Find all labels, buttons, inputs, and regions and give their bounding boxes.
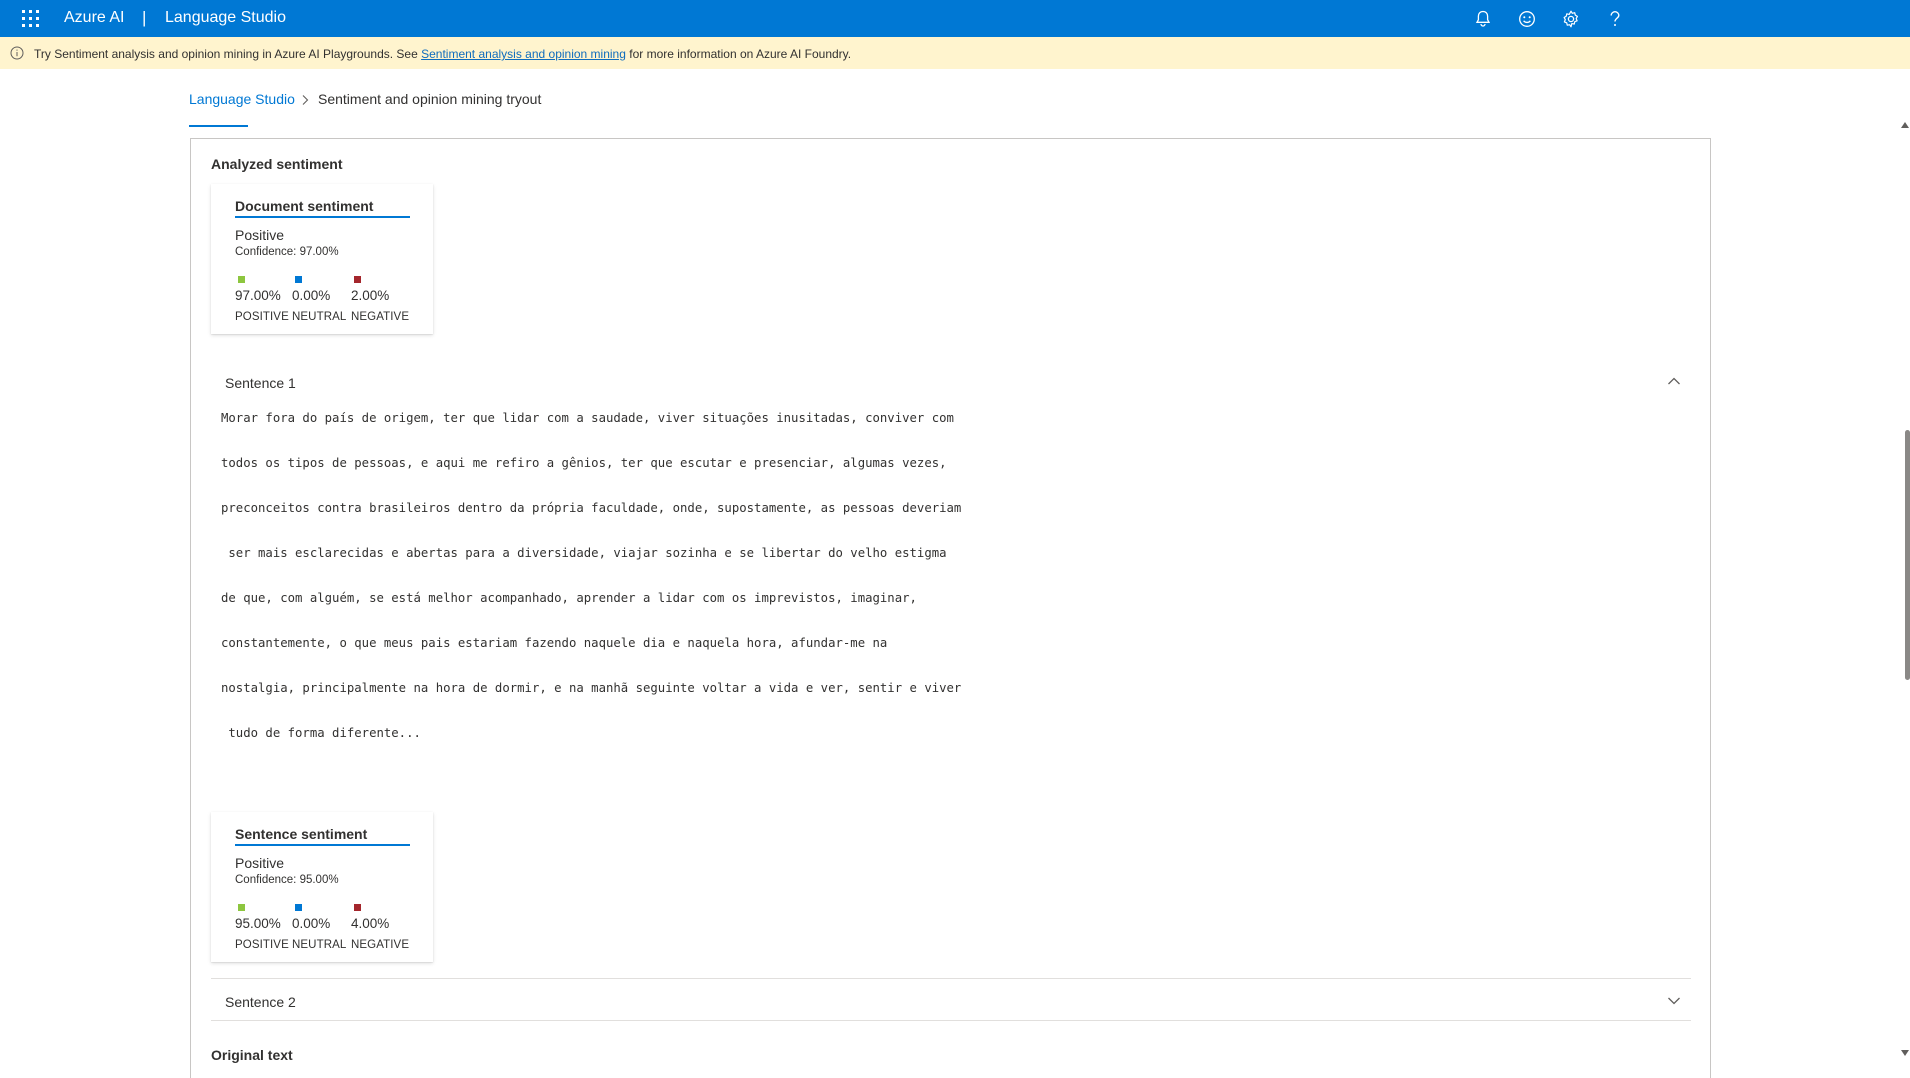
confidence-text: Confidence: 97.00% bbox=[235, 246, 339, 258]
info-banner: Try Sentiment analysis and opinion minin… bbox=[0, 37, 1910, 69]
info-icon bbox=[10, 46, 24, 60]
neutral-swatch bbox=[295, 276, 302, 283]
sentence-line: preconceitos contra brasileiros dentro d… bbox=[221, 501, 962, 515]
waffle-menu-icon[interactable] bbox=[22, 10, 39, 27]
neutral-value: 0.00% bbox=[292, 916, 331, 931]
sentence-line: Morar fora do país de origem, ter que li… bbox=[221, 411, 954, 425]
bell-icon[interactable] bbox=[1472, 8, 1494, 30]
neutral-metric: 0.00% NEUTRAL bbox=[292, 276, 347, 323]
sentence-line: tudo de forma diferente... bbox=[221, 726, 421, 740]
positive-metric: 95.00% POSITIVE bbox=[235, 904, 290, 951]
chevron-up-icon[interactable] bbox=[1667, 376, 1681, 386]
smiley-icon[interactable] bbox=[1516, 8, 1538, 30]
chevron-down-icon[interactable] bbox=[1667, 996, 1681, 1006]
neutral-label: NEUTRAL bbox=[292, 311, 347, 323]
positive-swatch bbox=[238, 904, 245, 911]
positive-label: POSITIVE bbox=[235, 311, 289, 323]
card-title: Sentence sentiment bbox=[235, 826, 410, 846]
positive-label: POSITIVE bbox=[235, 939, 289, 951]
neutral-value: 0.00% bbox=[292, 288, 331, 303]
positive-value: 97.00% bbox=[235, 288, 281, 303]
card-title: Document sentiment bbox=[235, 198, 410, 218]
top-navigation-bar: Azure AI | Language Studio bbox=[0, 0, 1910, 37]
analyzed-sentiment-title: Analyzed sentiment bbox=[211, 156, 343, 172]
brand-separator: | bbox=[142, 8, 147, 27]
positive-value: 95.00% bbox=[235, 916, 281, 931]
negative-swatch bbox=[354, 276, 361, 283]
confidence-text: Confidence: 95.00% bbox=[235, 874, 339, 886]
sentence-1-text: Morar fora do país de origem, ter que li… bbox=[221, 411, 1121, 771]
sentence-line: constantemente, o que meus pais estariam… bbox=[221, 636, 888, 650]
breadcrumb-current: Sentiment and opinion mining tryout bbox=[318, 91, 542, 107]
original-text-title: Original text bbox=[211, 1047, 293, 1063]
sentiment-label: Positive bbox=[235, 855, 285, 871]
sentence-1-header[interactable]: Sentence 1 bbox=[225, 375, 296, 391]
sentiment-label: Positive bbox=[235, 227, 285, 243]
banner-text-before: Try Sentiment analysis and opinion minin… bbox=[34, 47, 422, 61]
sentence-line: nostalgia, principalmente na hora de dor… bbox=[221, 681, 962, 695]
neutral-swatch bbox=[295, 904, 302, 911]
sentence-line: todos os tipos de pessoas, e aqui me ref… bbox=[221, 456, 947, 470]
scroll-up-arrow-icon[interactable] bbox=[1901, 122, 1909, 128]
sentence-line: ser mais esclarecidas e abertas para a d… bbox=[221, 546, 947, 560]
banner-link[interactable]: Sentiment analysis and opinion mining bbox=[421, 47, 626, 61]
help-icon[interactable] bbox=[1604, 8, 1626, 30]
accordion-divider bbox=[211, 978, 1691, 979]
negative-label: NEGATIVE bbox=[351, 311, 410, 323]
document-sentiment-card: Document sentiment Positive Confidence: … bbox=[211, 184, 433, 334]
neutral-label: NEUTRAL bbox=[292, 939, 347, 951]
accordion-divider bbox=[211, 1020, 1691, 1021]
negative-label: NEGATIVE bbox=[351, 939, 410, 951]
negative-value: 2.00% bbox=[351, 288, 390, 303]
positive-swatch bbox=[238, 276, 245, 283]
scroll-down-arrow-icon[interactable] bbox=[1901, 1050, 1909, 1056]
banner-text-after: for more information on Azure AI Foundry… bbox=[625, 47, 852, 61]
banner-text: Try Sentiment analysis and opinion minin… bbox=[34, 47, 851, 61]
breadcrumb-language-studio[interactable]: Language Studio bbox=[189, 91, 295, 107]
neutral-metric: 0.00% NEUTRAL bbox=[292, 904, 347, 951]
negative-metric: 4.00% NEGATIVE bbox=[351, 904, 410, 951]
breadcrumb-active-underline bbox=[189, 125, 248, 127]
gear-icon[interactable] bbox=[1560, 8, 1582, 30]
brand-name[interactable]: Azure AI bbox=[64, 9, 124, 27]
chevron-right-icon bbox=[302, 95, 309, 105]
product-name[interactable]: Language Studio bbox=[165, 9, 286, 27]
negative-value: 4.00% bbox=[351, 916, 390, 931]
negative-swatch bbox=[354, 904, 361, 911]
sentence-2-header[interactable]: Sentence 2 bbox=[225, 994, 296, 1010]
negative-metric: 2.00% NEGATIVE bbox=[351, 276, 410, 323]
positive-metric: 97.00% POSITIVE bbox=[235, 276, 290, 323]
sentence-sentiment-card: Sentence sentiment Positive Confidence: … bbox=[211, 812, 433, 962]
scrollbar-thumb[interactable] bbox=[1905, 430, 1910, 680]
sentence-line: de que, com alguém, se está melhor acomp… bbox=[221, 591, 917, 605]
